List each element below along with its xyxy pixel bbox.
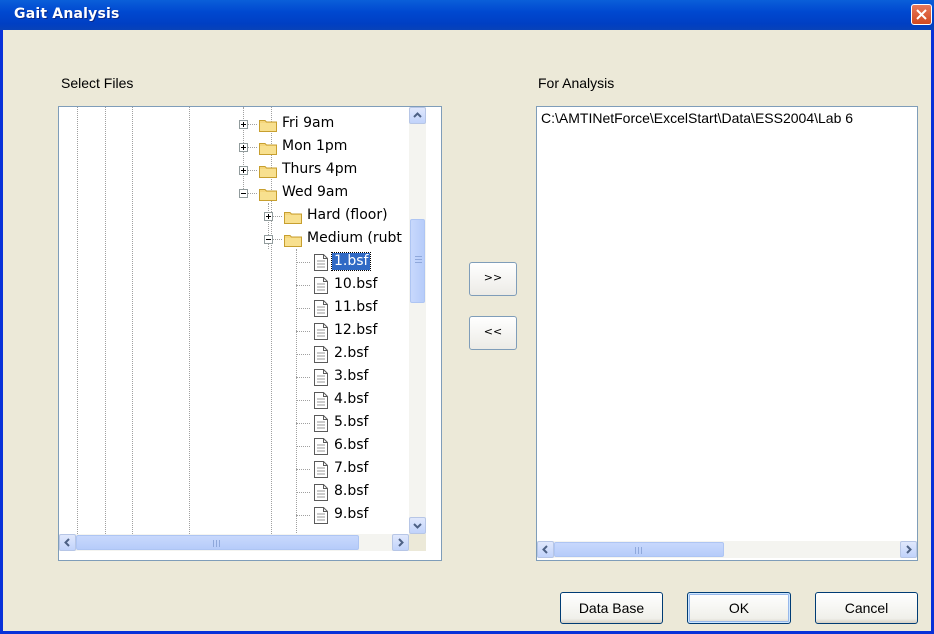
remove-from-analysis-button[interactable]: << <box>469 316 517 350</box>
folder-icon <box>259 117 277 132</box>
gait-analysis-dialog: Gait Analysis Select Files For Analysis … <box>0 0 934 634</box>
file-icon <box>314 254 328 271</box>
ok-button[interactable]: OK <box>687 592 791 624</box>
title-bar[interactable]: Gait Analysis <box>0 0 934 30</box>
tree-item[interactable]: 3.bsf <box>332 368 370 385</box>
collapse-icon[interactable] <box>239 189 248 198</box>
file-icon <box>314 415 328 432</box>
tree-item[interactable]: 2.bsf <box>332 345 370 362</box>
select-files-label: Select Files <box>61 75 134 91</box>
tree-connector <box>296 515 310 516</box>
expand-icon[interactable] <box>239 166 248 175</box>
tree-connector <box>296 400 310 401</box>
scroll-up-button[interactable] <box>409 107 426 124</box>
tree-item[interactable]: Thurs 4pm <box>280 161 359 178</box>
expand-icon[interactable] <box>264 212 273 221</box>
window-title: Gait Analysis <box>14 6 120 22</box>
chevron-right-icon <box>398 538 404 547</box>
tree-item[interactable]: 6.bsf <box>332 437 370 454</box>
tree-item[interactable]: Mon 1pm <box>280 138 349 155</box>
expand-icon[interactable] <box>239 120 248 129</box>
tree-connector <box>296 354 310 355</box>
tree-connector <box>296 446 310 447</box>
tree-guide-line <box>189 107 190 534</box>
tree-guide-line <box>77 107 78 534</box>
tree-connector <box>296 423 310 424</box>
tree-vertical-scrollbar[interactable] <box>409 107 426 534</box>
cancel-button[interactable]: Cancel <box>815 592 918 624</box>
file-icon <box>314 484 328 501</box>
file-icon <box>314 277 328 294</box>
tree-connector <box>296 262 310 263</box>
tree-guide-line <box>132 107 133 534</box>
chevron-down-icon <box>413 523 422 529</box>
close-icon <box>916 9 927 20</box>
file-icon <box>314 507 328 524</box>
file-icon <box>314 369 328 386</box>
scrollbar-corner <box>409 534 426 551</box>
chevron-right-icon <box>906 545 912 554</box>
tree-item[interactable]: 4.bsf <box>332 391 370 408</box>
analysis-list-item[interactable]: C:\AMTINetForce\ExcelStart\Data\ESS2004\… <box>541 110 853 126</box>
collapse-icon[interactable] <box>264 235 273 244</box>
tree-horizontal-scroll-thumb[interactable] <box>76 535 359 550</box>
file-icon <box>314 300 328 317</box>
scroll-right-button[interactable] <box>392 534 409 551</box>
chevron-left-icon <box>64 538 70 547</box>
file-icon <box>314 323 328 340</box>
list-horizontal-scroll-thumb[interactable] <box>554 542 724 557</box>
add-to-analysis-button[interactable]: >> <box>469 262 517 296</box>
tree-item[interactable]: Fri 9am <box>280 115 336 132</box>
folder-icon <box>259 140 277 155</box>
list-scroll-left-button[interactable] <box>537 541 554 558</box>
scroll-down-button[interactable] <box>409 517 426 534</box>
tree-item[interactable]: Medium (rubt <box>305 230 404 247</box>
folder-icon <box>284 232 302 247</box>
tree-item[interactable]: 11.bsf <box>332 299 379 316</box>
tree-content: Fri 9am Mon 1pm Thurs 4pm Wed 9am Hard (floo… <box>59 107 409 534</box>
list-horizontal-scrollbar[interactable] <box>537 541 917 558</box>
folder-icon <box>284 209 302 224</box>
file-icon <box>314 392 328 409</box>
file-icon <box>314 346 328 363</box>
tree-connector <box>296 492 310 493</box>
tree-item[interactable]: 8.bsf <box>332 483 370 500</box>
tree-item[interactable]: 9.bsf <box>332 506 370 523</box>
tree-vertical-scroll-thumb[interactable] <box>410 219 425 303</box>
tree-connector <box>296 469 310 470</box>
folder-icon <box>259 163 277 178</box>
tree-item[interactable]: 7.bsf <box>332 460 370 477</box>
tree-item[interactable]: Wed 9am <box>280 184 350 201</box>
tree-connector <box>296 285 310 286</box>
tree-guide-line <box>105 107 106 534</box>
data-base-button[interactable]: Data Base <box>560 592 663 624</box>
tree-horizontal-scrollbar[interactable] <box>59 534 409 551</box>
tree-item-selected[interactable]: 1.bsf <box>330 252 372 271</box>
folder-icon <box>259 186 277 201</box>
tree-item[interactable]: 12.bsf <box>332 322 379 339</box>
tree-connector <box>296 308 310 309</box>
tree-connector <box>296 377 310 378</box>
close-button[interactable] <box>911 4 932 25</box>
chevron-up-icon <box>413 112 422 118</box>
analysis-list[interactable]: C:\AMTINetForce\ExcelStart\Data\ESS2004\… <box>536 106 918 561</box>
file-icon <box>314 461 328 478</box>
expand-icon[interactable] <box>239 143 248 152</box>
chevron-left-icon <box>542 545 548 554</box>
file-icon <box>314 438 328 455</box>
file-tree[interactable]: Fri 9am Mon 1pm Thurs 4pm Wed 9am Hard (floo… <box>58 106 442 561</box>
tree-item[interactable]: Hard (floor) <box>305 207 390 224</box>
for-analysis-label: For Analysis <box>538 75 615 91</box>
tree-connector <box>296 331 310 332</box>
tree-item[interactable]: 10.bsf <box>332 276 379 293</box>
list-scroll-right-button[interactable] <box>900 541 917 558</box>
scroll-left-button[interactable] <box>59 534 76 551</box>
tree-item[interactable]: 5.bsf <box>332 414 370 431</box>
